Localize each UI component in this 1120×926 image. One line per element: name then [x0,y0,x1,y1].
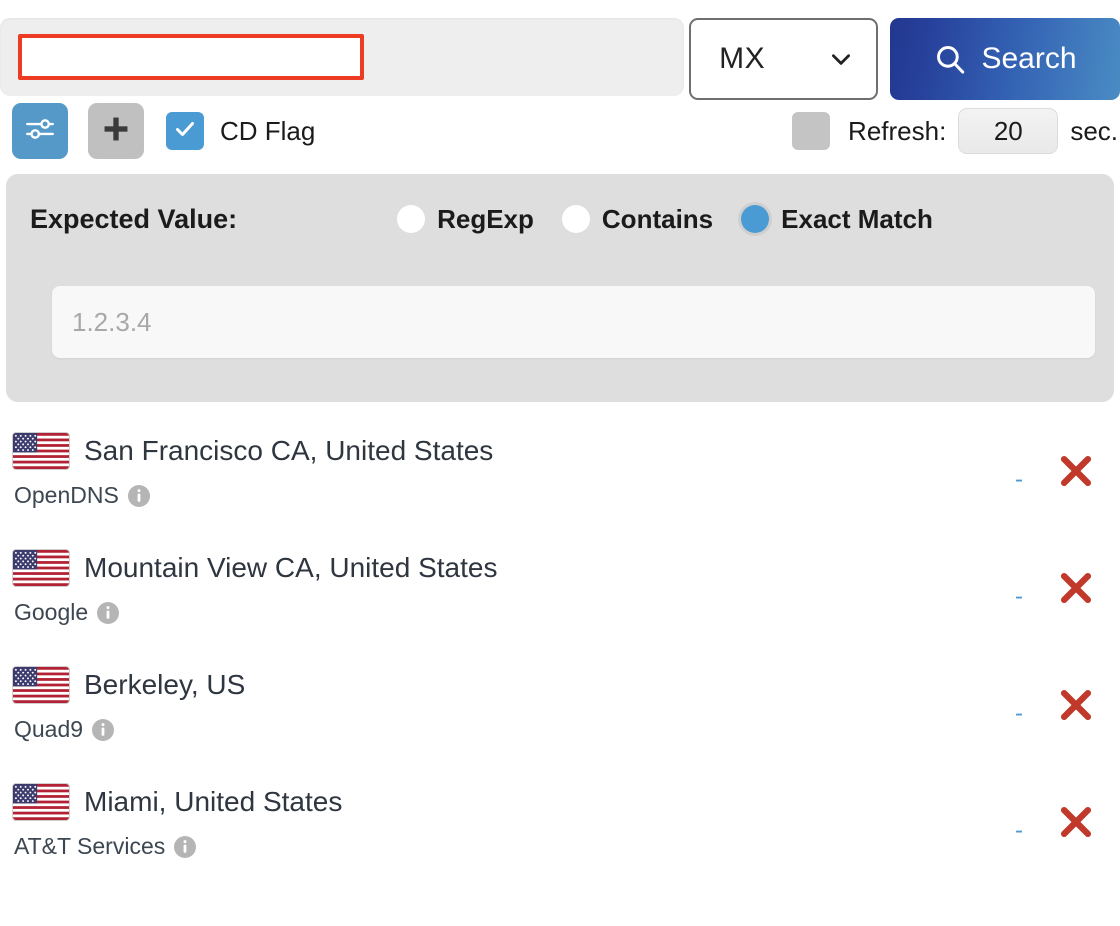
table-row: Berkeley, US Quad9 - [0,658,1120,775]
match-mode-contains[interactable]: Contains [561,203,714,235]
result-location: Berkeley, US [84,669,246,700]
close-x-icon[interactable] [1057,803,1095,841]
match-mode-regexp-label: RegExp [437,203,534,234]
record-type-select[interactable]: MX [689,18,878,100]
result-provider: AT&T Services [14,833,166,859]
table-row: Miami, United States AT&T Services - [0,775,1120,892]
record-type-value: MX [719,42,766,75]
result-provider: OpenDNS [14,482,119,508]
match-mode-radio-group: RegExp Contains Exact Match [397,204,933,235]
info-icon[interactable] [127,484,150,507]
filter-settings-button[interactable] [12,103,68,159]
result-value-link[interactable]: - [1015,466,1023,494]
search-button-label: Search [981,42,1077,75]
match-mode-contains-label: Contains [601,203,714,234]
info-icon[interactable] [92,718,115,741]
result-location: Mountain View CA, United States [84,552,498,583]
match-mode-regexp[interactable]: RegExp [397,204,534,235]
us-flag-icon [12,783,70,821]
table-row: Mountain View CA, United States Google - [0,541,1120,658]
check-icon [173,117,197,146]
result-provider-row: Quad9 [12,716,1120,743]
info-icon[interactable] [174,835,197,858]
result-header: Berkeley, US [12,658,1120,712]
query-shell [0,18,685,96]
result-provider-row: OpenDNS [12,482,1120,509]
refresh-controls: Refresh: sec. [792,100,1120,162]
expected-value-title: Expected Value: [30,203,238,234]
close-x-icon[interactable] [1057,569,1095,607]
result-header: Mountain View CA, United States [12,541,1120,595]
close-x-icon[interactable] [1057,686,1095,724]
results-list: San Francisco CA, United States OpenDNS … [0,424,1120,892]
result-location: San Francisco CA, United States [84,435,494,466]
result-location: Miami, United States [84,786,343,817]
add-server-button[interactable] [88,103,144,159]
result-value-link[interactable]: - [1015,817,1023,845]
us-flag-icon [12,666,70,704]
toolbar: CD Flag Refresh: sec. [0,100,1120,162]
close-x-icon[interactable] [1057,452,1095,490]
cd-flag-label: CD Flag [220,115,316,146]
chevron-down-icon [828,46,854,72]
radio-indicator [561,205,590,233]
radio-indicator-selected [741,205,770,233]
us-flag-icon [12,549,70,587]
expected-value-panel: Expected Value: RegExp Contains Exact Ma… [6,174,1114,402]
magnifier-icon [933,42,967,76]
domain-query-input[interactable] [18,34,364,80]
result-provider-row: AT&T Services [12,833,1120,860]
result-value-link[interactable]: - [1015,583,1023,611]
info-icon[interactable] [97,601,120,624]
table-row: San Francisco CA, United States OpenDNS … [0,424,1120,541]
result-provider: Quad9 [14,716,84,742]
seconds-unit-label: sec. [1070,115,1118,146]
result-provider-row: Google [12,599,1120,626]
search-button[interactable]: Search [890,18,1120,100]
expected-value-input[interactable] [52,286,1095,358]
us-flag-icon [12,432,70,470]
search-bar: MX Search [0,0,1120,100]
refresh-interval-input[interactable] [958,108,1059,154]
result-header: San Francisco CA, United States [12,424,1120,478]
refresh-label: Refresh: [848,115,947,146]
match-mode-exact-match-label: Exact Match [781,203,933,234]
result-header: Miami, United States [12,775,1120,829]
expected-value-options-row: Expected Value: RegExp Contains Exact Ma… [30,200,1090,238]
match-mode-exact-match[interactable]: Exact Match [741,204,933,235]
sliders-icon [23,112,57,151]
radio-indicator [397,205,426,233]
refresh-checkbox[interactable] [792,112,831,150]
result-provider: Google [14,599,89,625]
cd-flag-checkbox[interactable] [166,112,204,150]
result-value-link[interactable]: - [1015,700,1023,728]
plus-icon [100,113,132,150]
